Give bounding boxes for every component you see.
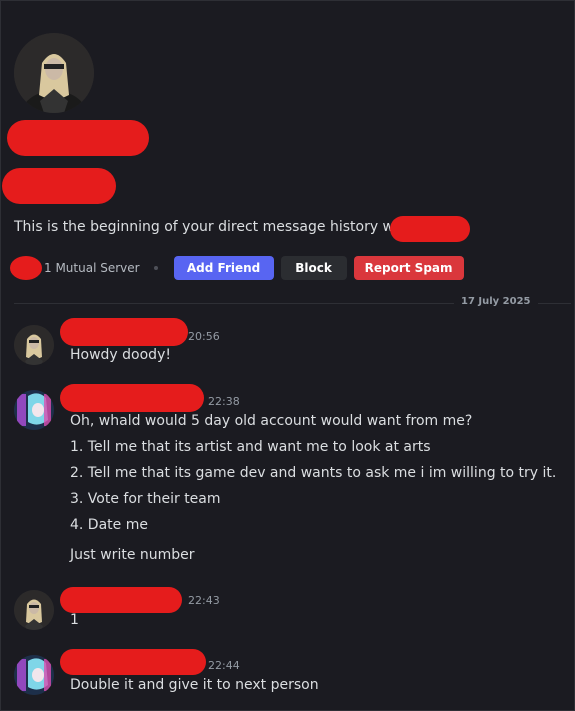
message-timestamp: 22:38	[208, 395, 240, 408]
redacted-display-name	[7, 120, 149, 156]
profile-actions-row: 1 Mutual Server Add Friend Block Report …	[10, 256, 471, 280]
message-text: 1. Tell me that its artist and want me t…	[70, 439, 431, 455]
message-timestamp: 20:56	[188, 330, 220, 343]
message-text: 1	[70, 612, 79, 628]
message-timestamp: 22:43	[188, 594, 220, 607]
message-text: Double it and give it to next person	[70, 677, 319, 693]
message-text: Just write number	[70, 547, 195, 563]
redacted-server-icon	[10, 256, 42, 280]
message-avatar[interactable]	[14, 655, 54, 695]
redacted-author-name	[60, 587, 182, 613]
redacted-author-name	[60, 384, 204, 412]
redacted-username	[2, 168, 116, 204]
message-text: Howdy doody!	[70, 347, 171, 363]
date-divider-label: 17 July 2025	[454, 296, 538, 307]
message-avatar[interactable]	[14, 590, 54, 630]
message-avatar[interactable]	[14, 325, 54, 365]
add-friend-button[interactable]: Add Friend	[173, 256, 274, 280]
message-timestamp: 22:44	[208, 659, 240, 672]
message-text: 4. Date me	[70, 517, 148, 533]
message-avatar[interactable]	[14, 390, 54, 430]
separator-dot	[153, 266, 158, 270]
message-text: 3. Vote for their team	[70, 491, 221, 507]
redacted-author-name	[60, 649, 206, 675]
report-spam-button[interactable]: Report Spam	[353, 256, 464, 280]
profile-avatar[interactable]	[14, 33, 94, 113]
message-text: Oh, whald would 5 day old account would …	[70, 413, 473, 429]
redacted-author-name	[60, 318, 188, 346]
message-text: 2. Tell me that its game dev and wants t…	[70, 465, 557, 481]
redacted-intro-name	[390, 216, 470, 242]
intro-label: This is the beginning of your direct mes…	[14, 219, 413, 235]
mutual-servers-link[interactable]: 1 Mutual Server	[44, 261, 140, 275]
block-button[interactable]: Block	[280, 256, 347, 280]
dm-intro-text: This is the beginning of your direct mes…	[14, 219, 412, 235]
